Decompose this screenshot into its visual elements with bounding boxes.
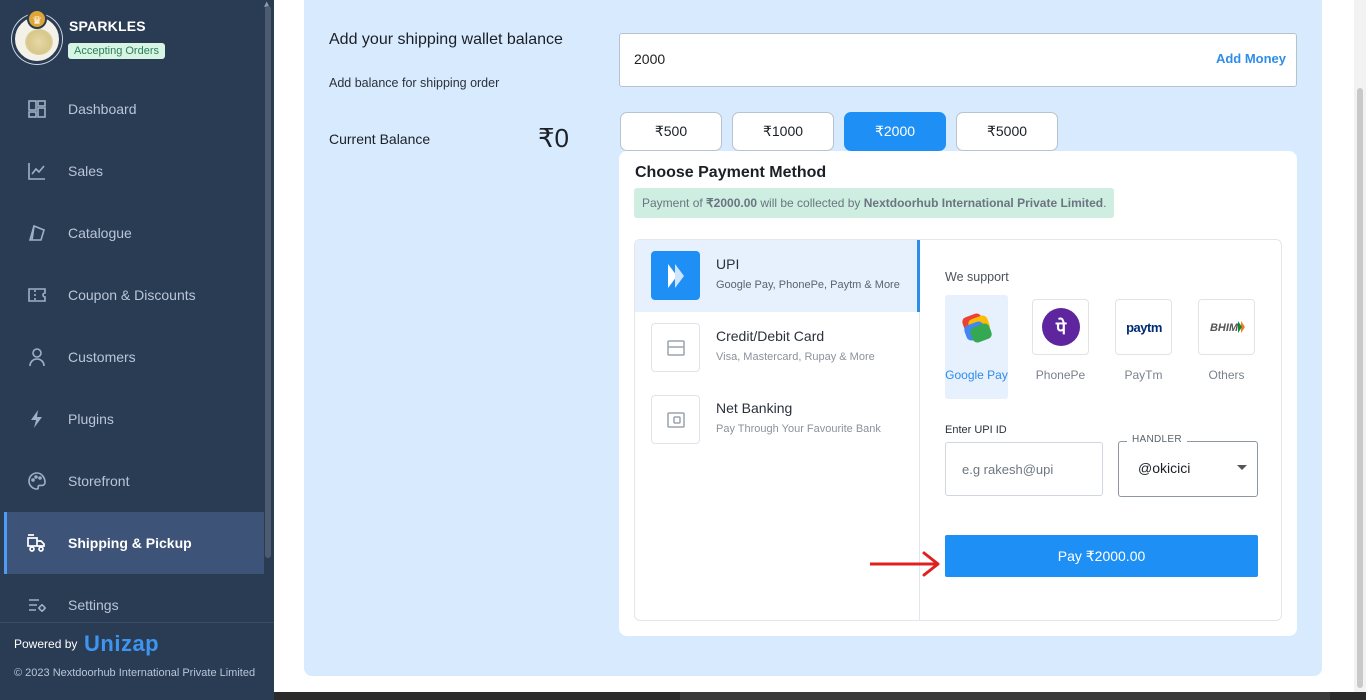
sidebar-item-label: Shipping & Pickup	[68, 535, 192, 551]
payment-notice: Payment of ₹2000.00 will be collected by…	[634, 188, 1115, 218]
method-card[interactable]: Credit/Debit Card Visa, Mastercard, Rupa…	[635, 312, 920, 384]
copyright-text: © 2023 Nextdoorhub International Private…	[14, 667, 256, 679]
wallet-subtitle: Add balance for shipping order	[329, 76, 500, 90]
powered-by-label: Powered by	[14, 637, 78, 651]
sidebar-item-storefront[interactable]: Storefront	[4, 450, 264, 512]
sidebar-item-sales[interactable]: Sales	[4, 140, 264, 202]
upi-icon	[651, 251, 700, 300]
sidebar-item-label: Dashboard	[68, 101, 137, 117]
sidebar-item-label: Customers	[68, 349, 136, 365]
store-name: SPARKLES	[69, 18, 146, 34]
card-icon	[651, 323, 700, 372]
status-badge: Accepting Orders	[68, 43, 165, 59]
preset-amounts: ₹500 ₹1000 ₹2000 ₹5000	[620, 112, 1068, 151]
chevron-down-icon	[1237, 465, 1247, 470]
bank-icon	[651, 395, 700, 444]
sidebar-item-label: Plugins	[68, 411, 114, 427]
method-desc: Visa, Mastercard, Rupay & More	[716, 351, 875, 363]
app-google-pay[interactable]: Google Pay	[945, 295, 1008, 399]
method-name: UPI	[716, 256, 740, 272]
preset-1000-button[interactable]: ₹1000	[732, 112, 834, 151]
app-name: PhonePe	[1035, 368, 1086, 382]
sidebar: ♛ SPARKLES Accepting Orders Dashboard Sa…	[0, 0, 274, 700]
method-name: Net Banking	[716, 400, 793, 416]
store-brand[interactable]: ♛ SPARKLES Accepting Orders	[10, 9, 260, 72]
amount-field: Add Money	[619, 33, 1297, 87]
svg-text:BHIM: BHIM	[1209, 322, 1238, 334]
payment-methods-box: UPI Google Pay, PhonePe, Paytm & More Cr…	[634, 239, 1282, 621]
phonepe-icon: पे	[1032, 299, 1089, 355]
amount-input[interactable]	[634, 51, 1034, 67]
method-desc: Pay Through Your Favourite Bank	[716, 423, 881, 435]
settings-icon	[26, 594, 48, 616]
palette-icon	[26, 470, 48, 492]
unizap-logo: Unizap	[84, 631, 160, 656]
pay-button[interactable]: Pay ₹2000.00	[945, 535, 1258, 577]
sidebar-scrollbar[interactable]	[265, 6, 271, 558]
payment-title: Choose Payment Method	[635, 164, 827, 181]
app-phonepe[interactable]: पे PhonePe	[1029, 295, 1092, 384]
preset-2000-button[interactable]: ₹2000	[844, 112, 946, 151]
handler-label: HANDLER	[1127, 434, 1187, 445]
crown-icon: ♛	[27, 9, 47, 29]
dashboard-icon	[26, 98, 48, 120]
add-money-button[interactable]: Add Money	[1216, 51, 1286, 66]
app-name: PayTm	[1124, 368, 1163, 382]
bottom-taskbar	[274, 692, 1366, 700]
current-balance-value: ₹0	[538, 123, 570, 153]
handler-value: @okicici	[1138, 460, 1191, 476]
app-others[interactable]: BHIM Others	[1195, 295, 1258, 384]
sidebar-item-label: Sales	[68, 163, 104, 179]
page-scrollbar[interactable]	[1354, 0, 1366, 700]
red-arrow-annotation	[870, 551, 940, 577]
wallet-panel: Add your shipping wallet balance Add bal…	[304, 0, 1322, 676]
sidebar-item-label: Settings	[68, 597, 119, 613]
current-balance-label: Current Balance	[329, 131, 431, 147]
app-paytm[interactable]: paytm PayTm	[1112, 295, 1175, 384]
upi-id-label: Enter UPI ID	[945, 424, 1007, 436]
app-name: Others	[1208, 368, 1245, 382]
app-name: Google Pay	[945, 368, 1008, 382]
method-upi[interactable]: UPI Google Pay, PhonePe, Paytm & More	[635, 240, 920, 312]
powered-by-footer: Powered by Unizap © 2023 Nextdoorhub Int…	[0, 622, 274, 700]
sidebar-item-label: Storefront	[68, 473, 130, 489]
method-name: Credit/Debit Card	[716, 328, 825, 344]
user-icon	[26, 346, 48, 368]
preset-5000-button[interactable]: ₹5000	[956, 112, 1058, 151]
sidebar-item-dashboard[interactable]: Dashboard	[4, 78, 264, 140]
upi-id-input[interactable]	[945, 442, 1103, 496]
coupon-icon	[26, 284, 48, 306]
paytm-icon: paytm	[1115, 299, 1172, 355]
payment-card: Choose Payment Method Payment of ₹2000.0…	[619, 151, 1297, 636]
bhim-icon: BHIM	[1198, 299, 1255, 355]
sidebar-item-shipping[interactable]: Shipping & Pickup	[4, 512, 264, 574]
handler-select[interactable]: HANDLER @okicici	[1118, 434, 1258, 497]
chart-line-icon	[26, 160, 48, 182]
sidebar-item-plugins[interactable]: Plugins	[4, 388, 264, 450]
sidebar-item-label: Catalogue	[68, 225, 132, 241]
sidebar-item-catalogue[interactable]: Catalogue	[4, 202, 264, 264]
upi-options: We support Google Pay पे PhonePe paytm P…	[921, 240, 1281, 620]
sidebar-item-customers[interactable]: Customers	[4, 326, 264, 388]
wallet-title: Add your shipping wallet balance	[329, 31, 563, 48]
sidebar-item-label: Coupon & Discounts	[68, 287, 196, 303]
we-support-label: We support	[945, 270, 1009, 284]
svg-text:पे: पे	[1054, 317, 1066, 339]
catalogue-icon	[26, 222, 48, 244]
bolt-icon	[26, 408, 48, 430]
google-pay-icon	[948, 299, 1005, 355]
method-desc: Google Pay, PhonePe, Paytm & More	[716, 279, 900, 291]
sidebar-item-coupons[interactable]: Coupon & Discounts	[4, 264, 264, 326]
preset-500-button[interactable]: ₹500	[620, 112, 722, 151]
svg-text:paytm: paytm	[1126, 320, 1162, 335]
sidebar-nav: Dashboard Sales Catalogue Coupon & Disco…	[4, 78, 264, 636]
method-netbanking[interactable]: Net Banking Pay Through Your Favourite B…	[635, 384, 920, 456]
shipping-icon	[26, 532, 48, 554]
main-content: Add your shipping wallet balance Add bal…	[274, 0, 1354, 692]
